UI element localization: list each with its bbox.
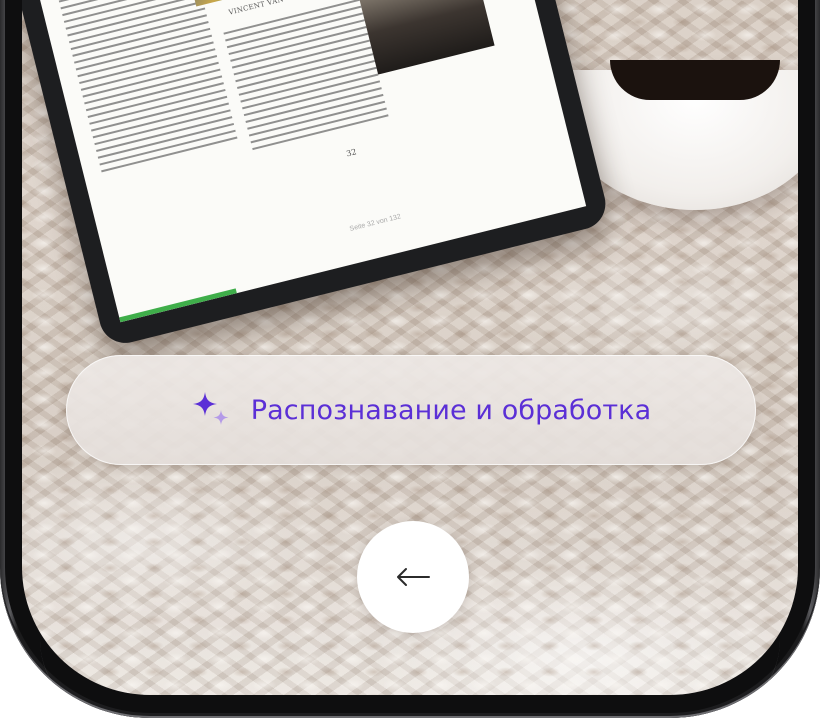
back-button[interactable] [357, 521, 469, 633]
recognize-and-process-button[interactable]: Распознавание и обработка [66, 355, 756, 465]
book-text-column-left [57, 0, 239, 177]
tablet-device: VINCENT VAN GOGH „SELF PORTRAIT" 1889 32… [22, 0, 611, 349]
book-page-number: 32 [345, 147, 358, 159]
sparkle-icon [192, 392, 229, 425]
recognize-button-content: Распознавание и обработка [191, 390, 652, 430]
book-footer: Seite 32 von 132 [348, 213, 402, 233]
coffee-surface [610, 60, 780, 100]
tablet-screen: VINCENT VAN GOGH „SELF PORTRAIT" 1889 32… [36, 0, 587, 323]
arrow-left-icon [397, 568, 430, 586]
recognize-button-label: Распознавание и обработка [250, 394, 652, 426]
reading-progress-bar [119, 288, 237, 323]
